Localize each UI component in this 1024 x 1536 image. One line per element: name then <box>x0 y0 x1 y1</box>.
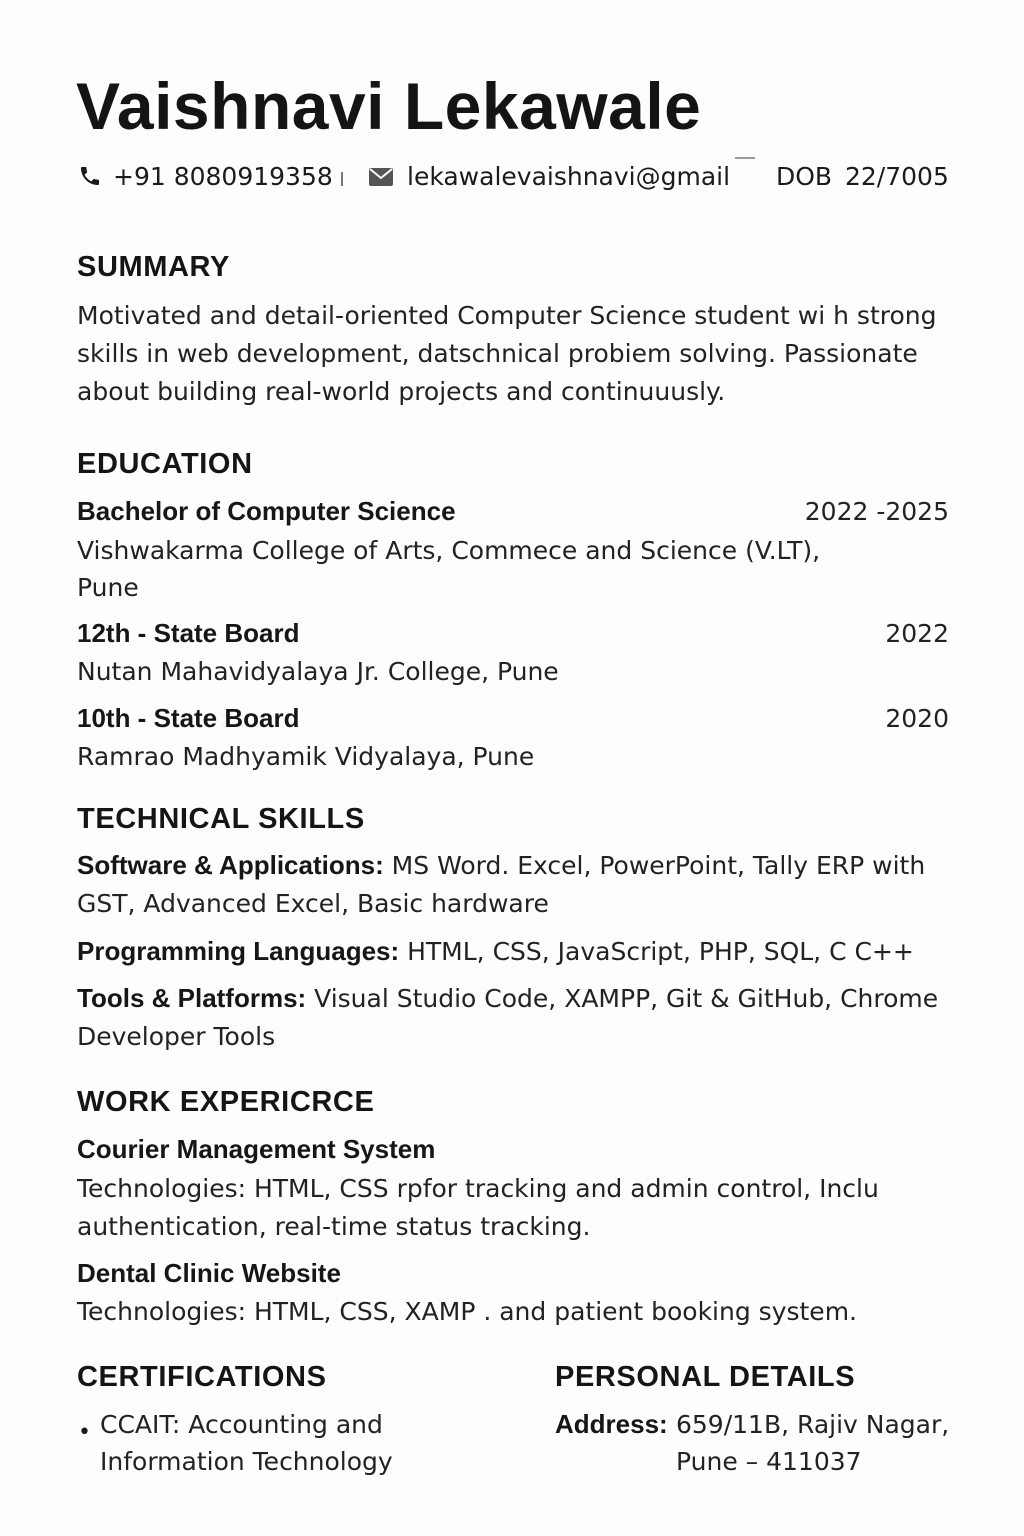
resume-page: Vaishnavi Lekawale +91 8080919358 lekawa… <box>0 0 1024 1536</box>
skill-label: Programming Languages: <box>77 936 400 966</box>
email-address: lekawalevaishnavi@gmail <box>407 162 729 191</box>
summary-line: Motivated and detail-oriented Computer S… <box>77 301 937 330</box>
address-line: 659/11B, Rajiv Nagar, <box>676 1410 950 1439</box>
project-description: Technologies: HTML, CSS, XAMP . and pati… <box>77 1297 857 1326</box>
experience-heading: WORK EXPERICRCE <box>77 1086 375 1118</box>
contact-divider-mark <box>735 157 755 159</box>
phone-icon <box>78 164 102 192</box>
education-institution: Ramrao Madhyamik Vidyalaya, Pune <box>77 742 535 771</box>
address-line: Pune – 411037 <box>676 1447 862 1476</box>
certifications-heading: CERTIFICATIONS <box>77 1361 327 1393</box>
education-institution: Vishwakarma College of Arts, Commece and… <box>77 536 821 565</box>
address-label: Address: <box>555 1409 668 1439</box>
education-12th-title: 12th - State Board <box>77 618 300 648</box>
skill-value: Visual Studio Code, XAMPP, Git & GitHub,… <box>306 984 939 1013</box>
skill-label: Software & Applications: <box>77 850 384 880</box>
skill-value-continued: Developer Tools <box>77 1022 276 1051</box>
skill-value-continued: GST, Advanced Excel, Basic hardware <box>77 889 549 918</box>
education-10th-title: 10th - State Board <box>77 703 300 733</box>
project-title: Dental Clinic Website <box>77 1258 341 1288</box>
skill-programming: Programming Languages: HTML, CSS, JavaSc… <box>77 936 914 967</box>
mail-icon <box>368 167 394 191</box>
dob-label: DOB <box>776 162 833 191</box>
certification-item-continued: Information Technology <box>100 1447 393 1476</box>
skill-label: Tools & Platforms: <box>77 983 307 1013</box>
certification-item: CCAIT: Accounting and <box>100 1410 383 1439</box>
skill-value: HTML, CSS, JavaScript, PHP, SQL, C C++ <box>399 937 914 966</box>
skills-heading: TECHNICAL SKILLS <box>77 803 365 835</box>
education-years: 2020 <box>885 704 949 733</box>
phone-number: +91 8080919358 <box>113 162 333 191</box>
education-institution: Nutan Mahavidyalaya Jr. College, Pune <box>77 657 559 686</box>
skill-tools: Tools & Platforms: Visual Studio Code, X… <box>77 983 938 1014</box>
project-description: authentication, real-time status trackin… <box>77 1212 591 1241</box>
education-location: Pune <box>77 573 139 602</box>
candidate-name: Vaishnavi Lekawale <box>76 69 702 143</box>
project-description: Technologies: HTML, CSS rpfor tracking a… <box>77 1174 880 1203</box>
contact-divider <box>341 172 343 186</box>
education-years: 2022 -2025 <box>804 497 949 526</box>
personal-details-heading: PERSONAL DETAILS <box>555 1361 856 1393</box>
bullet-icon: • <box>78 1420 91 1445</box>
education-years: 2022 <box>885 619 949 648</box>
education-heading: EDUCATION <box>77 448 253 480</box>
education-degree-title: Bachelor of Computer Science <box>77 496 456 526</box>
dob-value: 22/7005 <box>845 162 949 191</box>
skill-value: MS Word. Excel, PowerPoint, Tally ERP wi… <box>383 851 926 880</box>
skill-software: Software & Applications: MS Word. Excel,… <box>77 850 925 881</box>
project-title: Courier Management System <box>77 1134 436 1164</box>
summary-heading: SUMMARY <box>77 251 230 283</box>
summary-line: about building real-world projects and c… <box>77 377 726 406</box>
summary-line: skills in web development, datschnical p… <box>77 339 918 368</box>
